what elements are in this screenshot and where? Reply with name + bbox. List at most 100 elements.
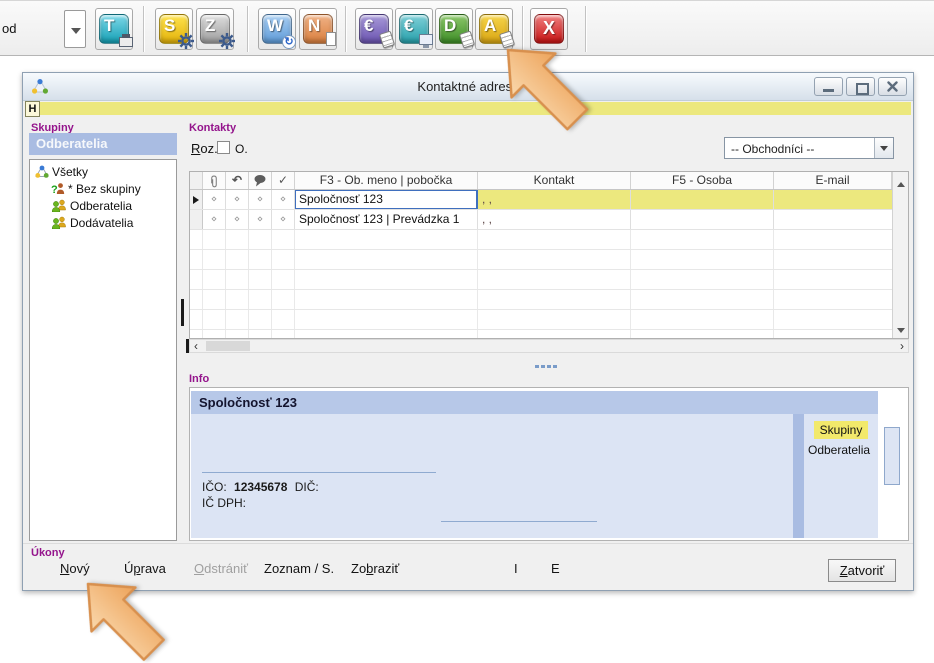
scroll-left-icon[interactable]: ‹ <box>194 340 198 352</box>
close-button[interactable] <box>878 77 907 96</box>
panel-splitter-handle[interactable] <box>535 365 557 368</box>
label-key: p <box>133 561 140 576</box>
dialog-titlebar[interactable]: Kontaktné adresy <box>23 73 913 101</box>
chevron-down-icon[interactable] <box>874 138 893 158</box>
word-export-icon: W ↻ <box>262 14 292 44</box>
info-scrollbar[interactable] <box>878 389 907 539</box>
tree-item-all[interactable]: Všetky <box>30 164 176 181</box>
person-column-header[interactable]: F5 - Osoba <box>631 172 774 189</box>
paperclip-icon <box>209 174 219 189</box>
scroll-up-icon[interactable] <box>893 173 908 188</box>
check-column-header[interactable]: ✓ <box>272 172 295 189</box>
undo-cell: ⋄ <box>226 190 249 209</box>
t-icon-letter: T <box>104 16 114 36</box>
grid-horizontal-scrollbar[interactable]: ‹ › <box>189 339 909 353</box>
toolbar-button-n[interactable]: N <box>299 8 337 50</box>
page-glyph-icon <box>326 32 336 46</box>
list-action[interactable]: Zoznam / S. <box>264 561 334 576</box>
note-cell: ⋄ <box>249 210 272 229</box>
contacts-grid[interactable]: ↶ ✓ F3 - Ob. meno | pobočka Kontakt F5 -… <box>189 171 909 339</box>
o-checkbox-label: O. <box>235 142 248 156</box>
maximize-button[interactable] <box>846 77 875 96</box>
close-icon <box>879 78 906 95</box>
ico-value: 12345678 <box>234 480 287 494</box>
app-toolbar: od T S Z <box>0 0 934 56</box>
check-cell: ⋄ <box>272 190 295 209</box>
label-pre: Zo <box>351 561 366 576</box>
toolbar-button-d[interactable]: D <box>435 8 473 50</box>
person-cell[interactable] <box>631 210 774 229</box>
contact-column-header[interactable]: Kontakt <box>478 172 631 189</box>
contact-cell[interactable]: , , <box>478 210 631 229</box>
d-icon-letter: D <box>444 16 456 36</box>
new-action[interactable]: Nový <box>60 561 90 576</box>
ic-dph-label: IČ DPH: <box>202 496 246 510</box>
speech-balloon-icon <box>253 174 267 188</box>
euro-computer-icon: € <box>399 14 429 44</box>
check-cell: ⋄ <box>272 210 295 229</box>
euro-document-icon: € <box>359 14 389 44</box>
salesmen-dropdown[interactable]: -- Obchodníci -- <box>724 137 894 159</box>
info-label: Info <box>189 373 209 385</box>
splitter-grip-vertical[interactable] <box>181 299 184 326</box>
scroll-down-icon[interactable] <box>893 322 908 337</box>
ic-dph-row: IČ DPH: <box>202 496 246 510</box>
contact-row-selected[interactable]: ⋄ ⋄ ⋄ ⋄ Spoločnosť 123 , , <box>190 190 892 210</box>
toolbar-dropdown[interactable] <box>64 10 86 48</box>
suppliers-group-icon <box>51 216 67 234</box>
i-action[interactable]: I <box>514 561 518 576</box>
caption-buttons <box>814 77 907 96</box>
toolbar-button-t[interactable]: T <box>95 8 133 50</box>
e-action[interactable]: E <box>551 561 560 576</box>
toolbar-button-w[interactable]: W ↻ <box>258 8 296 50</box>
minimize-button[interactable] <box>814 77 843 96</box>
company-name-cell[interactable]: Spoločnosť 123 <box>295 190 478 209</box>
tree-item-odberatelia[interactable]: Odberatelia <box>30 198 176 215</box>
o-checkbox[interactable] <box>217 141 230 154</box>
label-post: raziť <box>373 561 399 576</box>
name-column-header[interactable]: F3 - Ob. meno | pobočka <box>295 172 478 189</box>
delete-action[interactable]: Odstrániť <box>194 561 248 576</box>
toolbar-button-s[interactable]: S <box>155 8 193 50</box>
contact-cell[interactable]: , , <box>478 190 631 209</box>
email-cell[interactable] <box>774 210 892 229</box>
undo-column-header[interactable]: ↶ <box>226 172 249 189</box>
roz-access-key: R <box>191 141 200 156</box>
groups-tree[interactable]: Všetky ? * Bez skupiny Odberatelia Dodáv… <box>29 159 177 541</box>
contact-row[interactable]: ⋄ ⋄ ⋄ ⋄ Spoločnosť 123 | Prevádzka 1 , , <box>190 210 892 230</box>
company-name-cell[interactable]: Spoločnosť 123 | Prevádzka 1 <box>295 210 478 229</box>
info-body: IČO: 12345678 DIČ: IČ DPH: <box>191 414 793 538</box>
scrollbar-thumb[interactable] <box>884 427 900 485</box>
roz-link[interactable]: Roz. <box>191 141 218 156</box>
info-divider-line <box>202 472 436 473</box>
check-icon: ✓ <box>278 173 288 187</box>
z-settings-icon: Z <box>200 14 230 44</box>
note-column-header[interactable] <box>249 172 272 189</box>
info-divider-line <box>441 521 597 522</box>
current-row-arrow-icon <box>193 196 199 204</box>
view-action[interactable]: Zobraziť <box>351 561 399 576</box>
actions-label: Úkony <box>31 547 65 559</box>
toolbar-separator <box>585 6 586 52</box>
groups-header: Odberatelia <box>29 133 177 155</box>
toolbar-button-euro-purple[interactable]: € <box>355 8 393 50</box>
notepad-glyph-icon <box>459 31 475 49</box>
tree-item-no-group[interactable]: ? * Bez skupiny <box>30 181 176 198</box>
toolbar-button-euro-teal[interactable]: € <box>395 8 433 50</box>
attachment-column-header[interactable] <box>203 172 226 189</box>
undo-cell: ⋄ <box>226 210 249 229</box>
person-cell[interactable] <box>631 190 774 209</box>
grid-vertical-scrollbar[interactable] <box>892 172 908 338</box>
ico-label: IČO: <box>202 480 227 494</box>
roz-rest: oz. <box>200 141 217 156</box>
printer-glyph-icon <box>119 37 133 47</box>
close-dialog-button[interactable]: Zatvoriť <box>828 559 896 582</box>
email-column-header[interactable]: E-mail <box>774 172 892 189</box>
gear-glyph-icon <box>178 33 194 49</box>
email-cell[interactable] <box>774 190 892 209</box>
toolbar-button-z[interactable]: Z <box>196 8 234 50</box>
tree-item-dodavatelia[interactable]: Dodávatelia <box>30 215 176 232</box>
scroll-right-icon[interactable]: › <box>900 340 904 352</box>
toolbar-separator <box>247 6 248 52</box>
scrollbar-thumb[interactable] <box>206 341 250 351</box>
